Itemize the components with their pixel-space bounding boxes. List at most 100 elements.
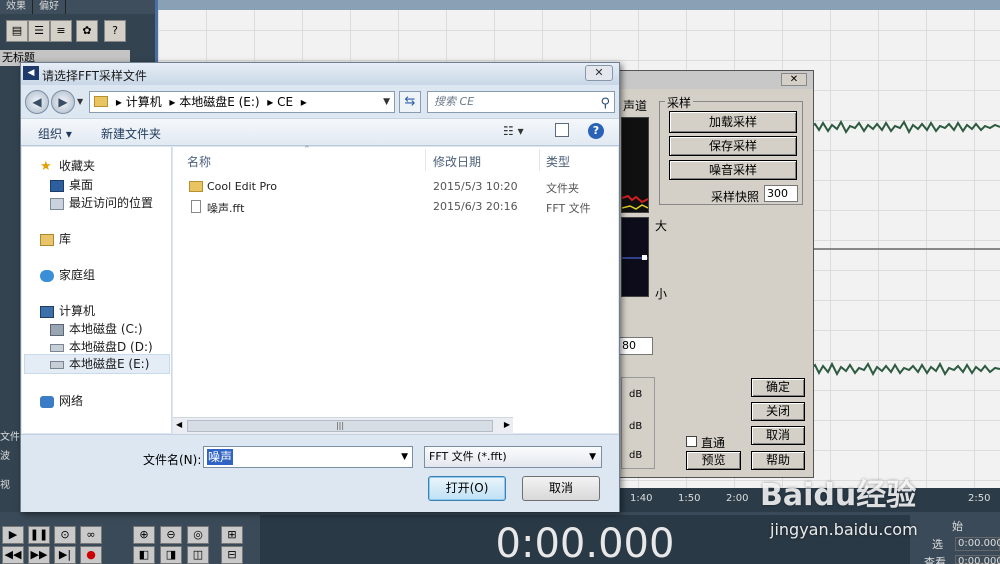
refresh-icon[interactable]: ⇆ [399,91,421,113]
scroll-left-icon[interactable]: ◀ [176,420,182,429]
noise-sample-button[interactable]: 噪音采样 [669,160,797,180]
zoom-in-icon[interactable]: ⊕ [133,526,155,544]
breadcrumb-computer[interactable]: 计算机 [126,92,162,112]
zoom-out-icon[interactable]: ⊖ [160,526,182,544]
cancel-button[interactable]: 取消 [522,476,600,501]
multitrack-icon[interactable]: ≡ [50,20,72,42]
zoom-vertical-in-icon[interactable]: ⊞ [221,526,243,544]
zoom-right-icon[interactable]: ◨ [160,546,182,564]
help-icon[interactable]: ? [104,20,126,42]
record-icon[interactable]: ● [80,546,102,564]
nav-favorites[interactable]: ★ 收藏夹 [40,157,95,174]
mixer-icon[interactable]: ☰ [28,20,50,42]
app-icon: ◀ [23,66,39,80]
column-name[interactable]: 名称 [187,153,211,170]
forward-icon[interactable]: ▶▶ [28,546,50,564]
dialog-titlebar[interactable]: ◀ 请选择FFT采样文件 ✕ [21,63,619,85]
dialog-title: 请选择FFT采样文件 [42,69,147,83]
search-input[interactable]: 搜索 CE ⚲ [427,91,615,113]
settings-icon[interactable]: ✿ [76,20,98,42]
zoom-full-icon[interactable]: ◎ [187,526,209,544]
open-file-dialog: ◀ 请选择FFT采样文件 ✕ ◀ ▶ ▼ ▸ 计算机 ▸ 本地磁盘E (E:) … [20,62,620,512]
library-icon [40,233,54,246]
baidu-watermark: Baidu经验 [760,478,917,513]
load-sample-button[interactable]: 加载采样 [669,111,797,133]
close-button[interactable]: 关闭 [751,402,805,421]
open-button[interactable]: 打开(O) [428,476,506,501]
go-end-icon[interactable]: ▶| [54,546,76,564]
drive-icon [50,343,64,352]
chevron-down-icon[interactable]: ▼ [589,447,596,467]
save-sample-button[interactable]: 保存采样 [669,136,797,156]
nav-label: 收藏夹 [59,159,96,173]
search-icon[interactable]: ⚲ [600,94,610,114]
spectrum-graph[interactable] [621,117,649,213]
close-icon[interactable]: ✕ [781,73,807,86]
preview-pane-icon[interactable] [555,123,569,137]
help-icon[interactable]: ? [588,123,604,139]
forward-icon[interactable]: ▶ [51,90,75,114]
tab-preferences[interactable]: 偏好 [33,0,66,14]
table-row[interactable]: Cool Edit Pro 2015/5/3 10:20 文件夹 [187,177,617,197]
side-label-file: 文件 [0,432,20,443]
nav-drive-e[interactable]: 本地磁盘E (E:) [24,354,170,374]
nav-drive-c[interactable]: 本地磁盘 (C:) [50,320,143,337]
rewind-icon[interactable]: ◀◀ [2,546,24,564]
recent-pages-icon[interactable]: ▼ [77,97,83,106]
level-graph[interactable] [621,217,649,297]
view-label: 查看 [924,556,946,564]
nav-homegroup[interactable]: 家庭组 [40,266,95,283]
view-options-icon[interactable]: ☷ ▾ [503,124,524,138]
column-date[interactable]: 修改日期 [433,153,481,170]
view-begin-value[interactable]: 0:00.000 [955,555,1000,564]
filename-input[interactable]: 噪声 ▼ [203,446,413,468]
help-button[interactable]: 帮助 [751,451,805,470]
cancel-button[interactable]: 取消 [751,426,805,445]
new-folder-button[interactable]: 新建文件夹 [101,125,161,142]
begin-label: 始 [952,520,963,533]
reduction-value-input[interactable]: 80 [619,337,653,355]
address-bar[interactable]: ▸ 计算机 ▸ 本地磁盘E (E:) ▸ CE ▸ ▼ [89,91,395,113]
nav-libraries[interactable]: 库 [40,230,71,247]
zoom-vertical-out-icon[interactable]: ⊟ [221,546,243,564]
close-icon[interactable]: ✕ [585,65,613,81]
play-to-end-icon[interactable]: ⊙ [54,526,76,544]
organize-button[interactable]: 组织 ▾ [38,125,72,142]
pause-icon[interactable]: ❚❚ [28,526,50,544]
zoom-left-icon[interactable]: ◧ [133,546,155,564]
scrollbar-thumb[interactable]: ||| [187,420,493,432]
chevron-down-icon[interactable]: ▼ [383,92,390,112]
command-bar: 组织 ▾ 新建文件夹 ☷ ▾ ? [21,118,619,146]
horizontal-scrollbar[interactable]: ◀ ||| ▶ [173,417,513,434]
filetype-select[interactable]: FFT 文件 (*.fft) ▼ [424,446,602,468]
nav-network[interactable]: 网络 [40,392,83,409]
scroll-right-icon[interactable]: ▶ [504,420,510,429]
nav-drive-d[interactable]: 本地磁盘D (D:) [50,338,153,355]
column-divider[interactable] [425,149,426,171]
nav-computer[interactable]: 计算机 [40,302,95,319]
table-row[interactable]: 噪声.fft 2015/6/3 20:16 FFT 文件 [187,197,617,217]
snapshot-input[interactable]: 300 [764,185,798,202]
chevron-down-icon[interactable]: ▼ [401,447,408,467]
breadcrumb-drive-e[interactable]: 本地磁盘E (E:) [179,92,259,112]
selection-begin-value[interactable]: 0:00.000 [955,537,1000,551]
nav-label: 本地磁盘E (E:) [69,357,150,371]
computer-icon [40,305,54,318]
back-icon[interactable]: ◀ [25,90,49,114]
column-divider[interactable] [539,149,540,171]
nav-label: 桌面 [69,178,94,192]
breadcrumb-ce[interactable]: CE [277,92,293,112]
ok-button[interactable]: 确定 [751,378,805,397]
play-icon[interactable]: ▶ [2,526,24,544]
preview-button[interactable]: 预览 [686,451,741,470]
loop-icon[interactable]: ∞ [80,526,102,544]
column-type[interactable]: 类型 [546,153,570,170]
tab-effects[interactable]: 效果 [0,0,33,14]
nav-recent[interactable]: 最近访问的位置 [50,194,153,211]
nav-desktop[interactable]: 桌面 [50,176,93,193]
zoom-selection-icon[interactable]: ◫ [187,546,209,564]
waveform-overview[interactable] [158,0,1000,10]
passthrough-checkbox[interactable] [686,436,697,447]
open-file-icon[interactable]: ▤ [6,20,28,42]
channel-label: 声道 [623,99,648,113]
